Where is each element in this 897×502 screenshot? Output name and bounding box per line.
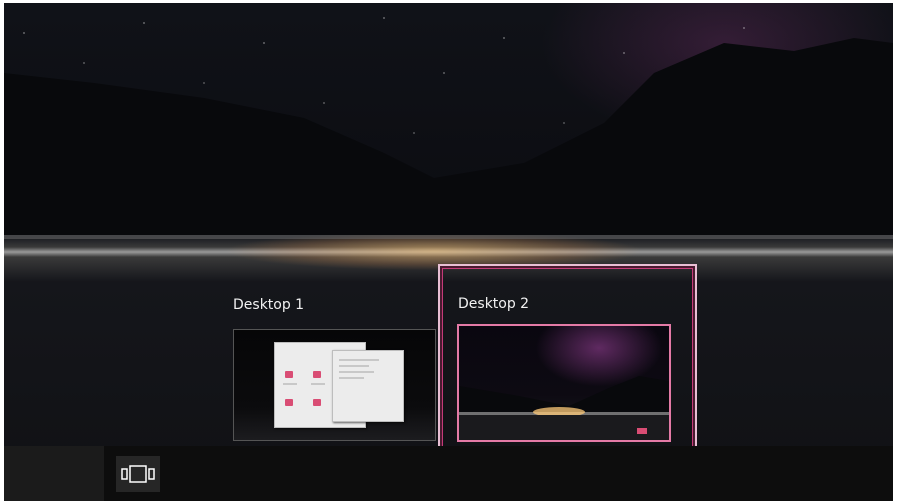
window-thumbnail	[332, 350, 404, 422]
desktop-2-card[interactable]: Desktop 2	[438, 264, 697, 458]
window-text-line	[339, 377, 364, 379]
task-view-icon	[121, 465, 155, 483]
app-tile-icon	[285, 371, 293, 378]
desktop-2-wallpaper-preview	[459, 376, 669, 440]
desktop-2-label: Desktop 2	[458, 296, 530, 312]
app-tile-icon	[285, 399, 293, 406]
taskbar	[4, 446, 893, 501]
task-view-button[interactable]	[116, 456, 160, 492]
app-tile-icon	[313, 399, 321, 406]
desktop-wallpaper: Desktop 1 Desktop 2	[4, 3, 893, 501]
mountain-silhouette	[4, 38, 893, 239]
window-text-line	[339, 371, 374, 373]
desktop-1-thumbnail[interactable]	[233, 329, 436, 441]
window-text-line	[283, 383, 297, 385]
window-text-line	[339, 365, 369, 367]
app-tile-icon	[313, 371, 321, 378]
taskbar-left-area	[4, 446, 104, 501]
window-text-line	[311, 383, 325, 385]
desktop-2-thumbnail[interactable]	[457, 324, 671, 442]
desktop-1-label: Desktop 1	[233, 297, 305, 313]
window-text-line	[339, 359, 379, 361]
desktop-1-card[interactable]: Desktop 1	[224, 291, 436, 441]
